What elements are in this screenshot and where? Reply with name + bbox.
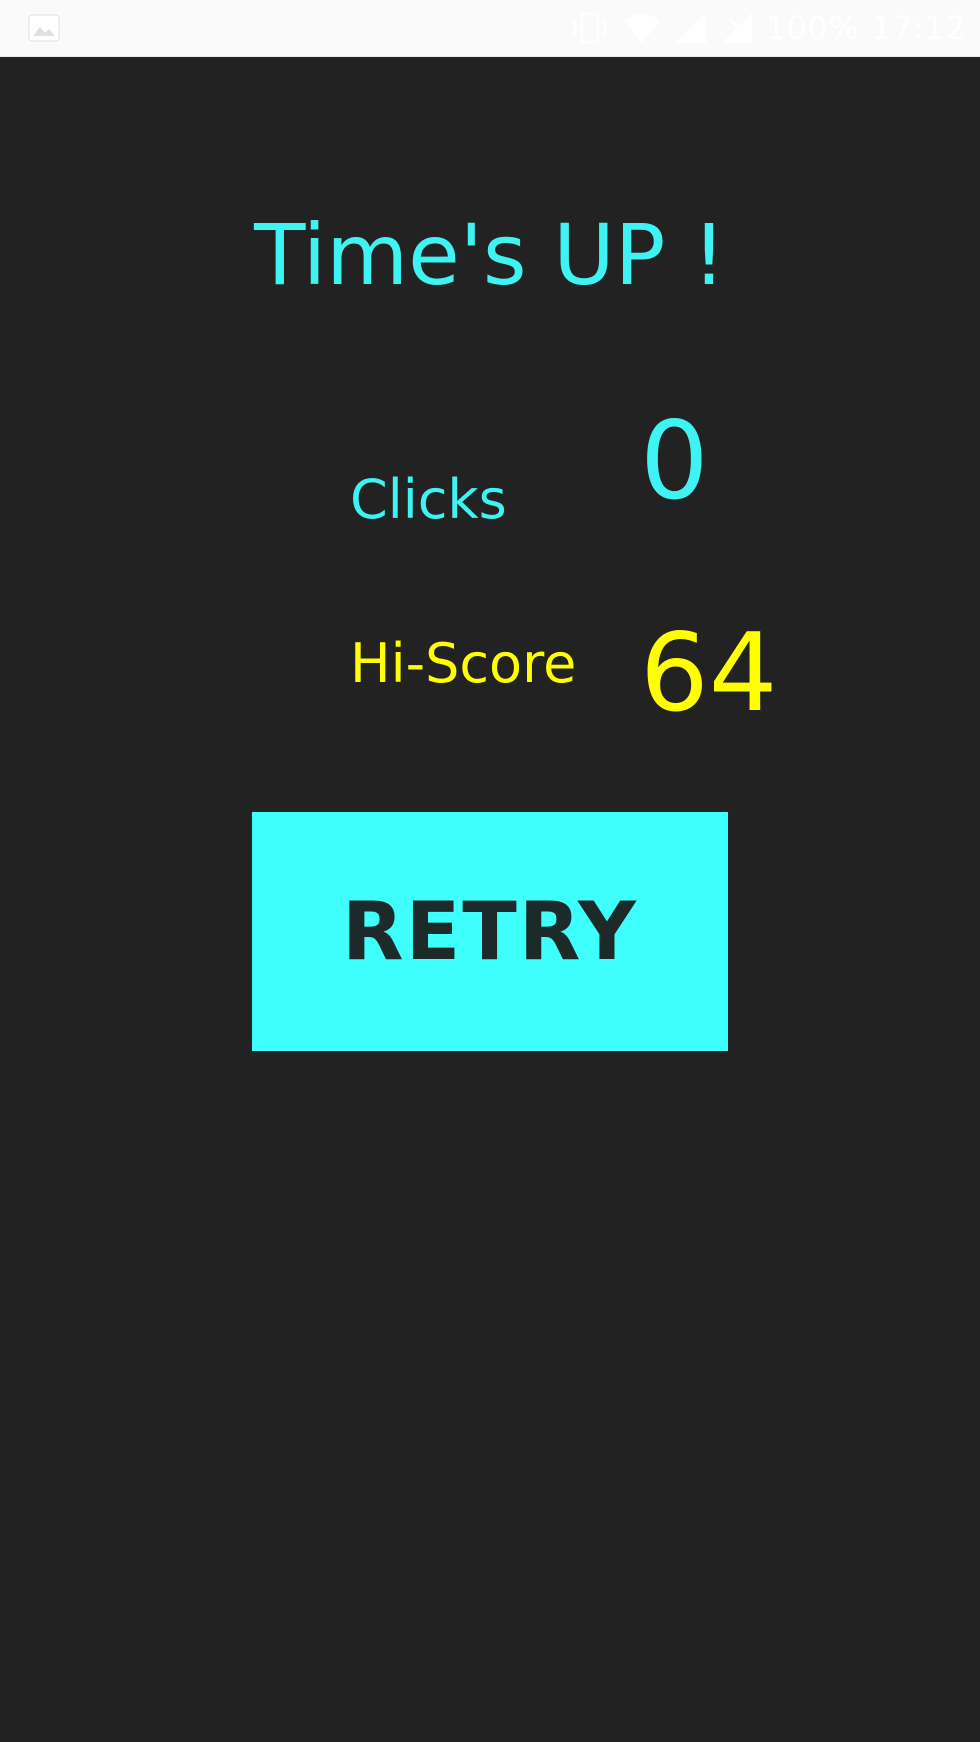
hiscore-value: 64 [640,611,778,736]
clock-time: 17:12 [871,9,966,47]
clicks-label: Clicks [350,468,507,531]
page-title: Time's UP ! [254,206,726,304]
signal-icon [674,11,708,45]
retry-button[interactable]: RETRY [252,812,728,1051]
signal-nodata-icon [720,11,754,45]
status-icons: 100% 17:12 [570,10,966,46]
wifi-icon [622,11,662,45]
status-bar: 100% 17:12 [0,0,980,57]
hiscore-label: Hi-Score [350,632,577,695]
battery-percent: 100% [765,9,860,47]
image-notification-icon [28,14,60,42]
clicks-value: 0 [640,399,709,524]
vibrate-icon [570,11,610,45]
